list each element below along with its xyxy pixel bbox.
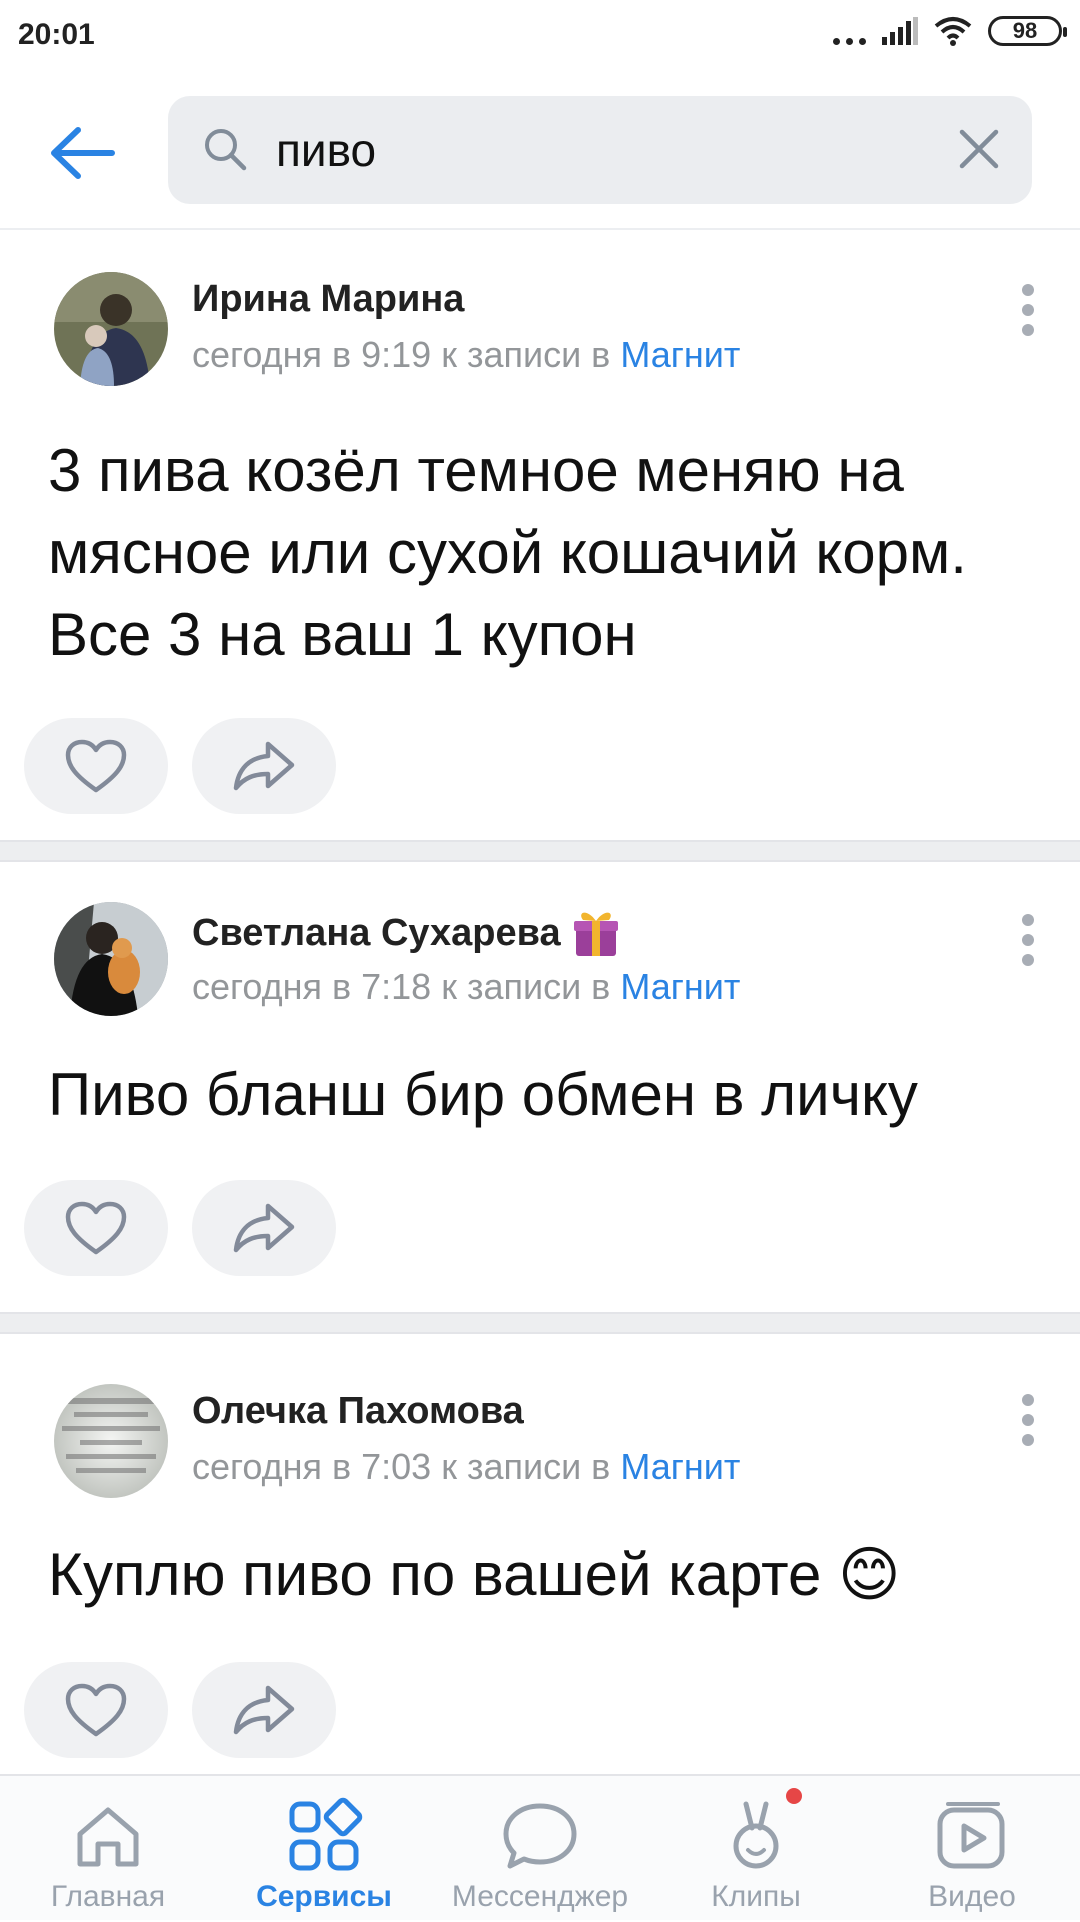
home-icon — [77, 1807, 139, 1867]
post-context: к записи в — [441, 966, 611, 1007]
notification-dot — [786, 1788, 802, 1804]
clear-icon[interactable] — [956, 126, 1002, 172]
post-meta: сегодня в 7:03 к записи в Магнит — [192, 1446, 740, 1488]
search-icon — [205, 129, 247, 171]
tab-label: Главная — [50, 1880, 166, 1913]
chat-icon — [503, 1803, 577, 1869]
post-card: Светлана Сухарева сегодня в 7:18 к запис… — [0, 862, 1080, 1312]
services-icon — [289, 1797, 363, 1871]
search-header — [0, 74, 1080, 230]
group-link[interactable]: Магнит — [620, 334, 740, 375]
like-button[interactable] — [24, 1662, 168, 1758]
more-options-icon[interactable] — [1020, 1394, 1036, 1446]
cellular-signal-icon — [882, 17, 918, 45]
group-link[interactable]: Магнит — [620, 966, 740, 1007]
heart-icon — [65, 739, 127, 793]
post-time: сегодня в 7:18 — [192, 966, 432, 1007]
post-author[interactable]: Светлана Сухарева — [192, 908, 619, 958]
post-meta: сегодня в 9:19 к записи в Магнит — [192, 334, 740, 376]
search-input[interactable] — [276, 114, 916, 186]
more-options-icon[interactable] — [1020, 914, 1036, 966]
post-divider — [0, 1312, 1080, 1334]
video-icon — [937, 1802, 1005, 1869]
tab-label: Мессенджер — [451, 1880, 629, 1913]
avatar[interactable] — [54, 902, 168, 1016]
post-time: сегодня в 7:03 — [192, 1446, 432, 1487]
clips-icon — [733, 1801, 779, 1869]
search-field[interactable] — [168, 96, 1032, 204]
share-button[interactable] — [192, 718, 336, 814]
tab-services[interactable]: Сервисы — [216, 1776, 432, 1922]
post-text: 3 пива козёл темное меняю на мясное или … — [48, 437, 967, 668]
post-meta: сегодня в 7:18 к записи в Магнит — [192, 966, 740, 1008]
wifi-icon — [934, 17, 972, 46]
share-icon — [233, 1203, 295, 1253]
bottom-tab-bar: Главная Сервисы Мессенджер Клипы Видео — [0, 1774, 1080, 1920]
tab-label: Видео — [928, 1880, 1016, 1913]
search-results-feed: Ирина Марина сегодня в 9:19 к записи в М… — [0, 230, 1080, 1794]
avatar[interactable] — [54, 1384, 168, 1498]
author-name: Олечка Пахомова — [192, 1390, 524, 1432]
share-button[interactable] — [192, 1180, 336, 1276]
share-icon — [233, 741, 295, 791]
post-author[interactable]: Олечка Пахомова — [192, 1390, 524, 1433]
heart-icon — [65, 1683, 127, 1737]
tab-messenger[interactable]: Мессенджер — [432, 1776, 648, 1922]
post-card: Ирина Марина сегодня в 9:19 к записи в М… — [0, 230, 1080, 840]
group-link[interactable]: Магнит — [620, 1446, 740, 1487]
share-icon — [233, 1685, 295, 1735]
post-divider — [0, 840, 1080, 862]
heart-icon — [65, 1201, 127, 1255]
tab-label: Клипы — [711, 1880, 801, 1913]
back-arrow-icon[interactable] — [50, 126, 116, 180]
tab-video[interactable]: Видео — [864, 1776, 1080, 1922]
tab-label: Сервисы — [256, 1880, 392, 1913]
status-time: 20:01 — [18, 18, 95, 51]
tab-home[interactable]: Главная — [0, 1776, 216, 1922]
status-bar: 20:01 98 — [0, 0, 1080, 74]
post-context: к записи в — [441, 334, 611, 375]
more-signal-icon — [833, 17, 866, 45]
battery-indicator: 98 — [988, 16, 1067, 46]
post-text: Пиво бланш бир обмен в личку — [48, 1061, 918, 1128]
more-options-icon[interactable] — [1020, 284, 1036, 336]
author-name: Светлана Сухарева — [192, 911, 561, 954]
like-button[interactable] — [24, 1180, 168, 1276]
gift-icon — [573, 912, 618, 956]
tab-clips[interactable]: Клипы — [648, 1776, 864, 1922]
like-button[interactable] — [24, 718, 168, 814]
share-button[interactable] — [192, 1662, 336, 1758]
post-card: Олечка Пахомова сегодня в 7:03 к записи … — [0, 1334, 1080, 1794]
author-name: Ирина Марина — [192, 278, 465, 320]
post-context: к записи в — [441, 1446, 611, 1487]
post-time: сегодня в 9:19 — [192, 334, 432, 375]
post-text: Куплю пиво по вашей карте 😊 — [48, 1541, 901, 1608]
avatar[interactable] — [54, 272, 168, 386]
post-author[interactable]: Ирина Марина — [192, 278, 464, 321]
